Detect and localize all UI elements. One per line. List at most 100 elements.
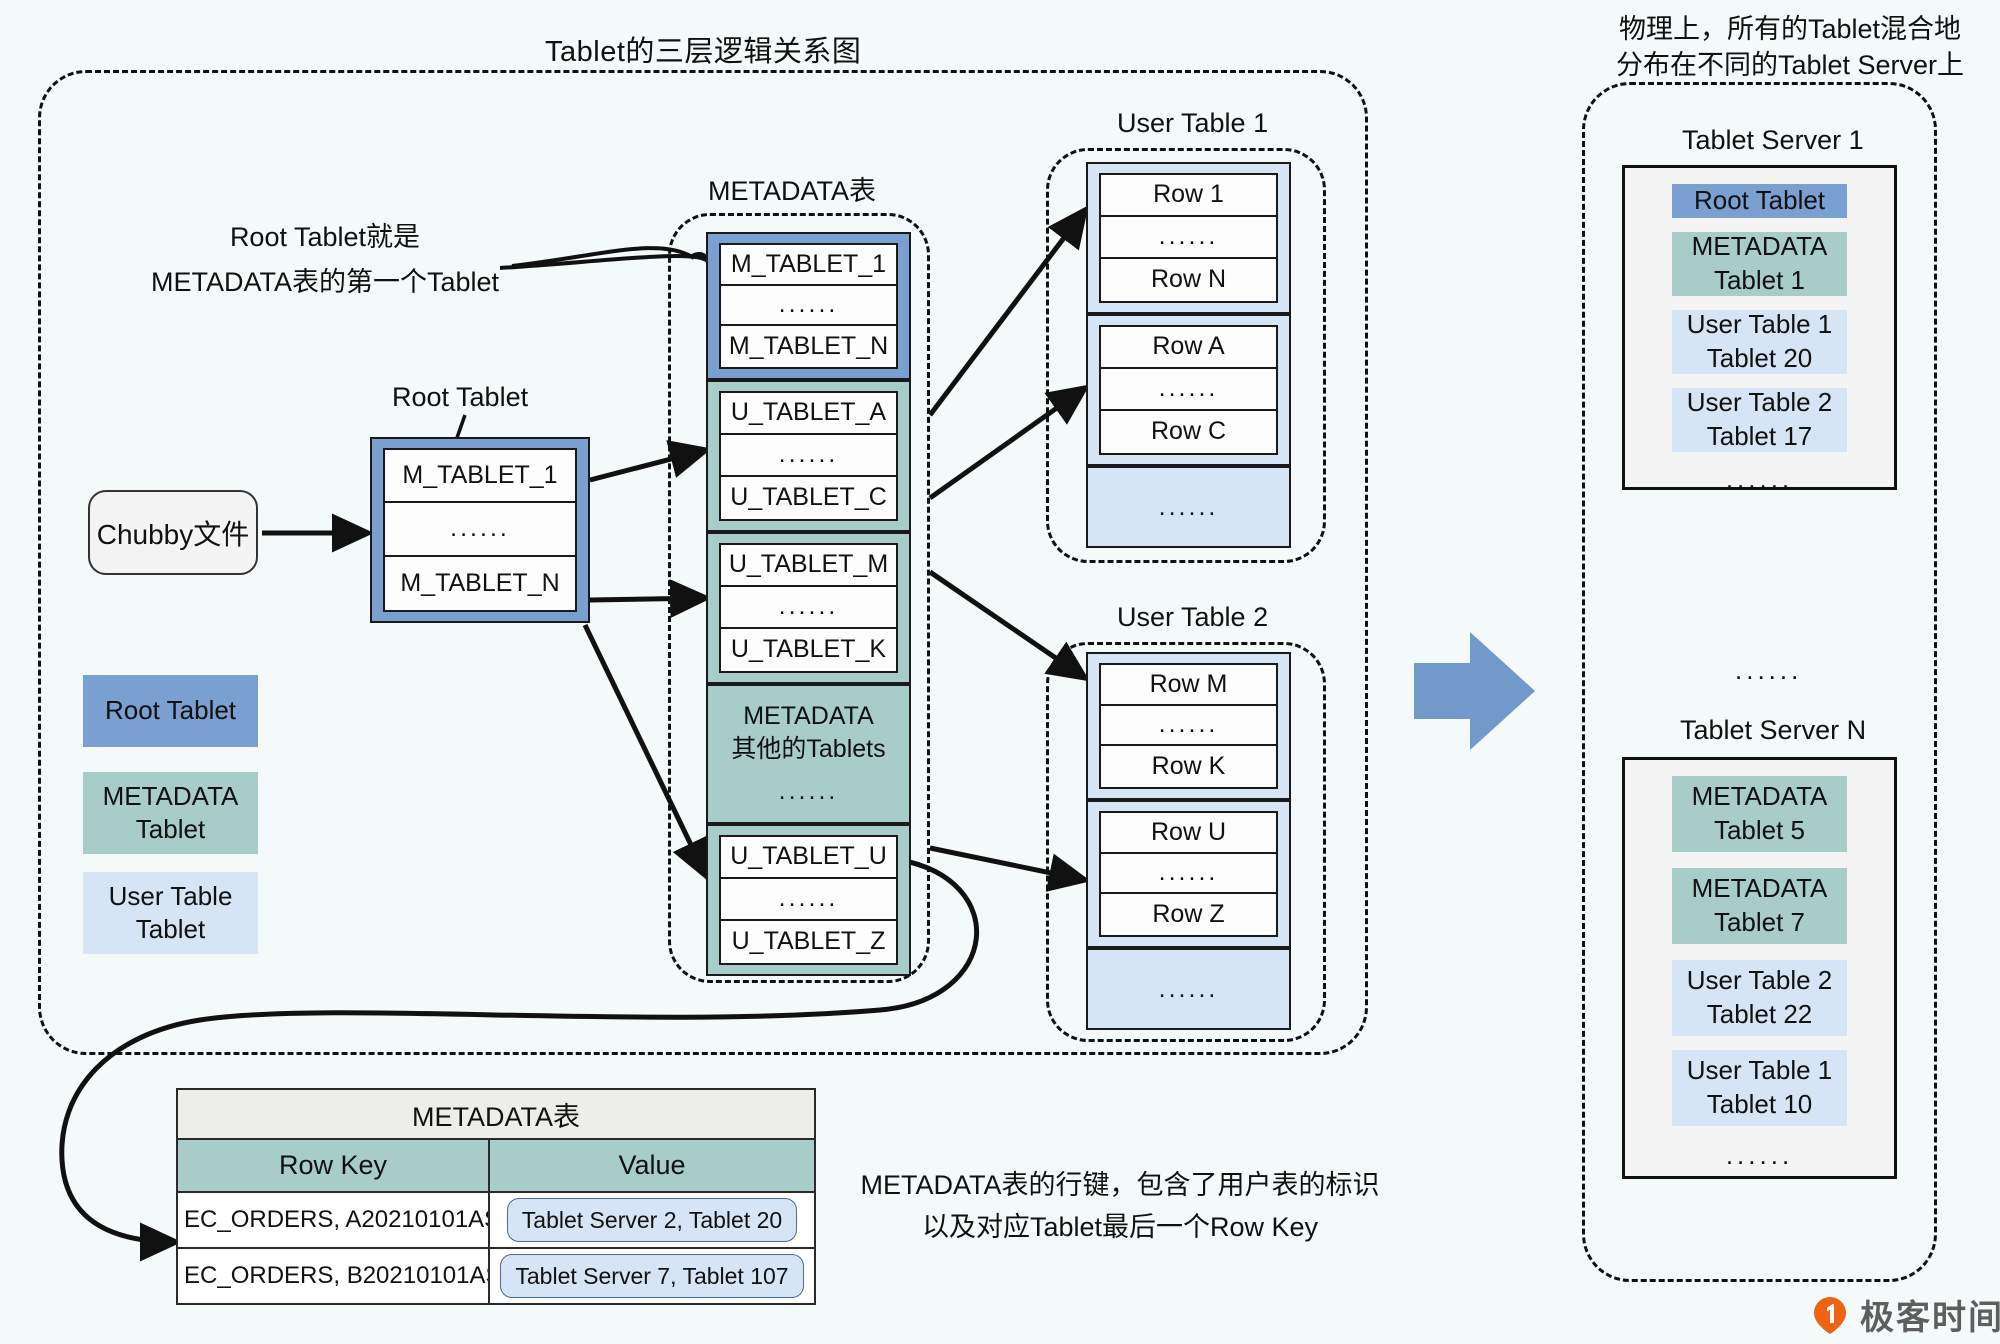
chip-line1: METADATA xyxy=(1691,873,1828,904)
user-table-row: Row N xyxy=(1101,258,1276,301)
user-table-row: ...... xyxy=(1101,705,1276,747)
user-table-row: Row A xyxy=(1101,327,1276,369)
tablet-server-1-chip-root-tablet[interactable]: Root Tablet xyxy=(1672,184,1847,218)
tablet-server-n-box[interactable]: METADATA Tablet 5 METADATA Tablet 7 User… xyxy=(1622,757,1897,1179)
chip-line1: User Table 2 xyxy=(1686,387,1833,417)
chip-line1: User Table 2 xyxy=(1686,965,1833,996)
metadata-group-u-m-k[interactable]: U_TABLET_M ...... U_TABLET_K xyxy=(706,532,911,684)
watermark: 极客时间 xyxy=(1810,1290,2000,1339)
tablet-server-1-caption: Tablet Server 1 xyxy=(1682,125,1864,155)
legend-root-tablet: Root Tablet xyxy=(83,675,258,747)
user-table-2-tail: ...... xyxy=(1086,948,1291,1030)
metadata-group-row: U_TABLET_M xyxy=(721,545,896,587)
user-table-row: Row C xyxy=(1101,410,1276,453)
tablet-server-n-chip-metadata-tablet-7[interactable]: METADATA Tablet 7 xyxy=(1672,868,1847,944)
metadata-group-row: ...... xyxy=(721,586,896,629)
tablet-server-n-chip-metadata-tablet-5[interactable]: METADATA Tablet 5 xyxy=(1672,776,1847,852)
metadata-group-row: ...... xyxy=(721,285,896,327)
legend-metadata-tablet-line1: METADATA xyxy=(102,780,239,811)
chip-line1: METADATA xyxy=(1691,781,1828,812)
chip-line1: User Table 1 xyxy=(1686,1055,1833,1086)
chubby-file-label: Chubby文件 xyxy=(96,518,250,550)
chip-line1: METADATA xyxy=(1691,231,1828,261)
user-table-1-tail: ...... xyxy=(1086,466,1291,548)
user-table-row: ...... xyxy=(1101,853,1276,895)
user-table-2-tail-dots: ...... xyxy=(1158,974,1219,1003)
user-table-1-tail-dots: ...... xyxy=(1158,492,1219,521)
physical-view-note: 物理上，所有的Tablet混合地 分布在不同的Tablet Server上 xyxy=(1590,12,1990,83)
metadata-group-u-u-z[interactable]: U_TABLET_U ...... U_TABLET_Z xyxy=(706,824,911,976)
bottom-table-row-1-key: EC_ORDERS, A20210101AST xyxy=(176,1191,515,1249)
root-tablet-annotation-line2: METADATA表的第一个Tablet xyxy=(150,267,500,297)
metadata-group-row: U_TABLET_C xyxy=(721,476,896,519)
metadata-group-row: M_TABLET_N xyxy=(721,326,896,367)
user-table-row: ...... xyxy=(1101,216,1276,259)
legend-user-table-tablet-line2: Tablet xyxy=(135,914,206,944)
geektime-logo-icon xyxy=(1814,1296,1846,1334)
user-table-2-caption: User Table 2 xyxy=(1117,602,1269,632)
metadata-group-row: U_TABLET_K xyxy=(721,628,896,671)
metadata-group-row: ...... xyxy=(721,878,896,921)
tablet-server-n-chip-user-table-1-tablet-10[interactable]: User Table 1 Tablet 10 xyxy=(1672,1050,1847,1126)
user-table-2-tablet-2[interactable]: Row U ...... Row Z xyxy=(1086,800,1291,948)
bottom-table-explanation: METADATA表的行键，包含了用户表的标识 以及对应Tablet最后一个Row… xyxy=(830,1168,1410,1245)
user-table-1-caption: User Table 1 xyxy=(1117,108,1269,138)
tablet-server-n-caption: Tablet Server N xyxy=(1680,715,1867,745)
bottom-table-explanation-line2: 以及对应Tablet最后一个Row Key xyxy=(921,1211,1319,1242)
metadata-group-row: M_TABLET_1 xyxy=(721,245,896,286)
root-tablet-box[interactable]: M_TABLET_1 ...... M_TABLET_N xyxy=(370,437,590,623)
chip-line2: Tablet 10 xyxy=(1706,1089,1813,1119)
legend-root-tablet-label: Root Tablet xyxy=(104,695,237,726)
tablet-server-1-chip-metadata-tablet-1[interactable]: METADATA Tablet 1 xyxy=(1672,231,1847,296)
root-tablet-row: M_TABLET_1 xyxy=(385,450,575,504)
user-table-row: Row 1 xyxy=(1101,175,1276,217)
metadata-other-line1: METADATA xyxy=(743,702,874,731)
physical-view-note-line1: 物理上，所有的Tablet混合地 xyxy=(1618,14,1962,44)
legend-user-table-tablet-line1: User Table xyxy=(108,880,233,911)
user-table-row: Row K xyxy=(1101,746,1276,787)
root-tablet-annotation-line1: Root Tablet就是 xyxy=(229,222,421,252)
bottom-table-header-row-key: Row Key xyxy=(176,1138,490,1193)
chip-line2: Tablet 20 xyxy=(1706,342,1813,373)
user-table-1-tablet-1[interactable]: Row 1 ...... Row N xyxy=(1086,162,1291,314)
bottom-table-row-2-value: Tablet Server 7, Tablet 107 xyxy=(488,1247,816,1305)
servers-ellipsis: ...... xyxy=(1735,655,1803,685)
chip-line2: Tablet 22 xyxy=(1706,999,1813,1029)
legend-user-table-tablet: User Table Tablet xyxy=(83,872,258,954)
left-panel-title: Tablet的三层逻辑关系图 xyxy=(545,36,862,68)
legend-metadata-tablet-line2: Tablet xyxy=(135,814,206,844)
metadata-group-other-tablets[interactable]: METADATA 其他的Tablets ...... xyxy=(706,684,911,824)
user-table-row: Row U xyxy=(1101,813,1276,854)
bottom-table-header-value: Value xyxy=(488,1138,816,1193)
metadata-group-row: U_TABLET_U xyxy=(721,837,896,879)
metadata-other-line2: 其他的Tablets xyxy=(731,734,886,763)
metadata-group-u-a-c[interactable]: U_TABLET_A ...... U_TABLET_C xyxy=(706,380,911,532)
tablet-server-1-chip-user-table-1-tablet-20[interactable]: User Table 1 Tablet 20 xyxy=(1672,309,1847,374)
user-table-row: ...... xyxy=(1101,368,1276,411)
root-tablet-annotation: Root Tablet就是 METADATA表的第一个Tablet xyxy=(125,215,525,299)
bottom-table-caption: METADATA表 xyxy=(176,1088,816,1140)
user-table-2-tablet-1[interactable]: Row M ...... Row K xyxy=(1086,652,1291,800)
chip-line2: Tablet 5 xyxy=(1713,815,1806,845)
panel-transition-arrow xyxy=(1414,632,1535,750)
bottom-table-row-1-value-pill: Tablet Server 2, Tablet 20 xyxy=(506,1198,798,1242)
bottom-table-row-2-value-pill: Tablet Server 7, Tablet 107 xyxy=(500,1254,804,1298)
chip-line2: Tablet 1 xyxy=(1713,264,1806,295)
legend-metadata-tablet: METADATA Tablet xyxy=(83,772,258,854)
root-tablet-row: M_TABLET_N xyxy=(385,556,575,610)
tablet-server-1-chip-user-table-2-tablet-17[interactable]: User Table 2 Tablet 17 xyxy=(1672,387,1847,452)
tablet-server-n-chip-user-table-2-tablet-22[interactable]: User Table 2 Tablet 22 xyxy=(1672,960,1847,1036)
chubby-file-box[interactable]: Chubby文件 xyxy=(88,490,258,575)
tablet-server-n-tail-dots: ...... xyxy=(1725,1140,1794,1170)
root-tablet-caption: Root Tablet xyxy=(392,382,529,412)
bottom-table-row-2-key: EC_ORDERS, B20210101AST xyxy=(176,1247,516,1305)
chip-line1: User Table 1 xyxy=(1686,309,1833,339)
chip-line2: Tablet 17 xyxy=(1706,420,1813,451)
bottom-table-explanation-line1: METADATA表的行键，包含了用户表的标识 xyxy=(860,1170,1380,1200)
tablet-server-1-tail-dots: ...... xyxy=(1725,463,1794,494)
watermark-text: 极客时间 xyxy=(1860,1299,2000,1337)
tablet-server-1-box[interactable]: Root Tablet METADATA Tablet 1 User Table… xyxy=(1622,165,1897,494)
metadata-group-root-tablet[interactable]: M_TABLET_1 ...... M_TABLET_N xyxy=(706,232,911,380)
metadata-group-row: U_TABLET_A xyxy=(721,393,896,435)
user-table-1-tablet-2[interactable]: Row A ...... Row C xyxy=(1086,314,1291,466)
